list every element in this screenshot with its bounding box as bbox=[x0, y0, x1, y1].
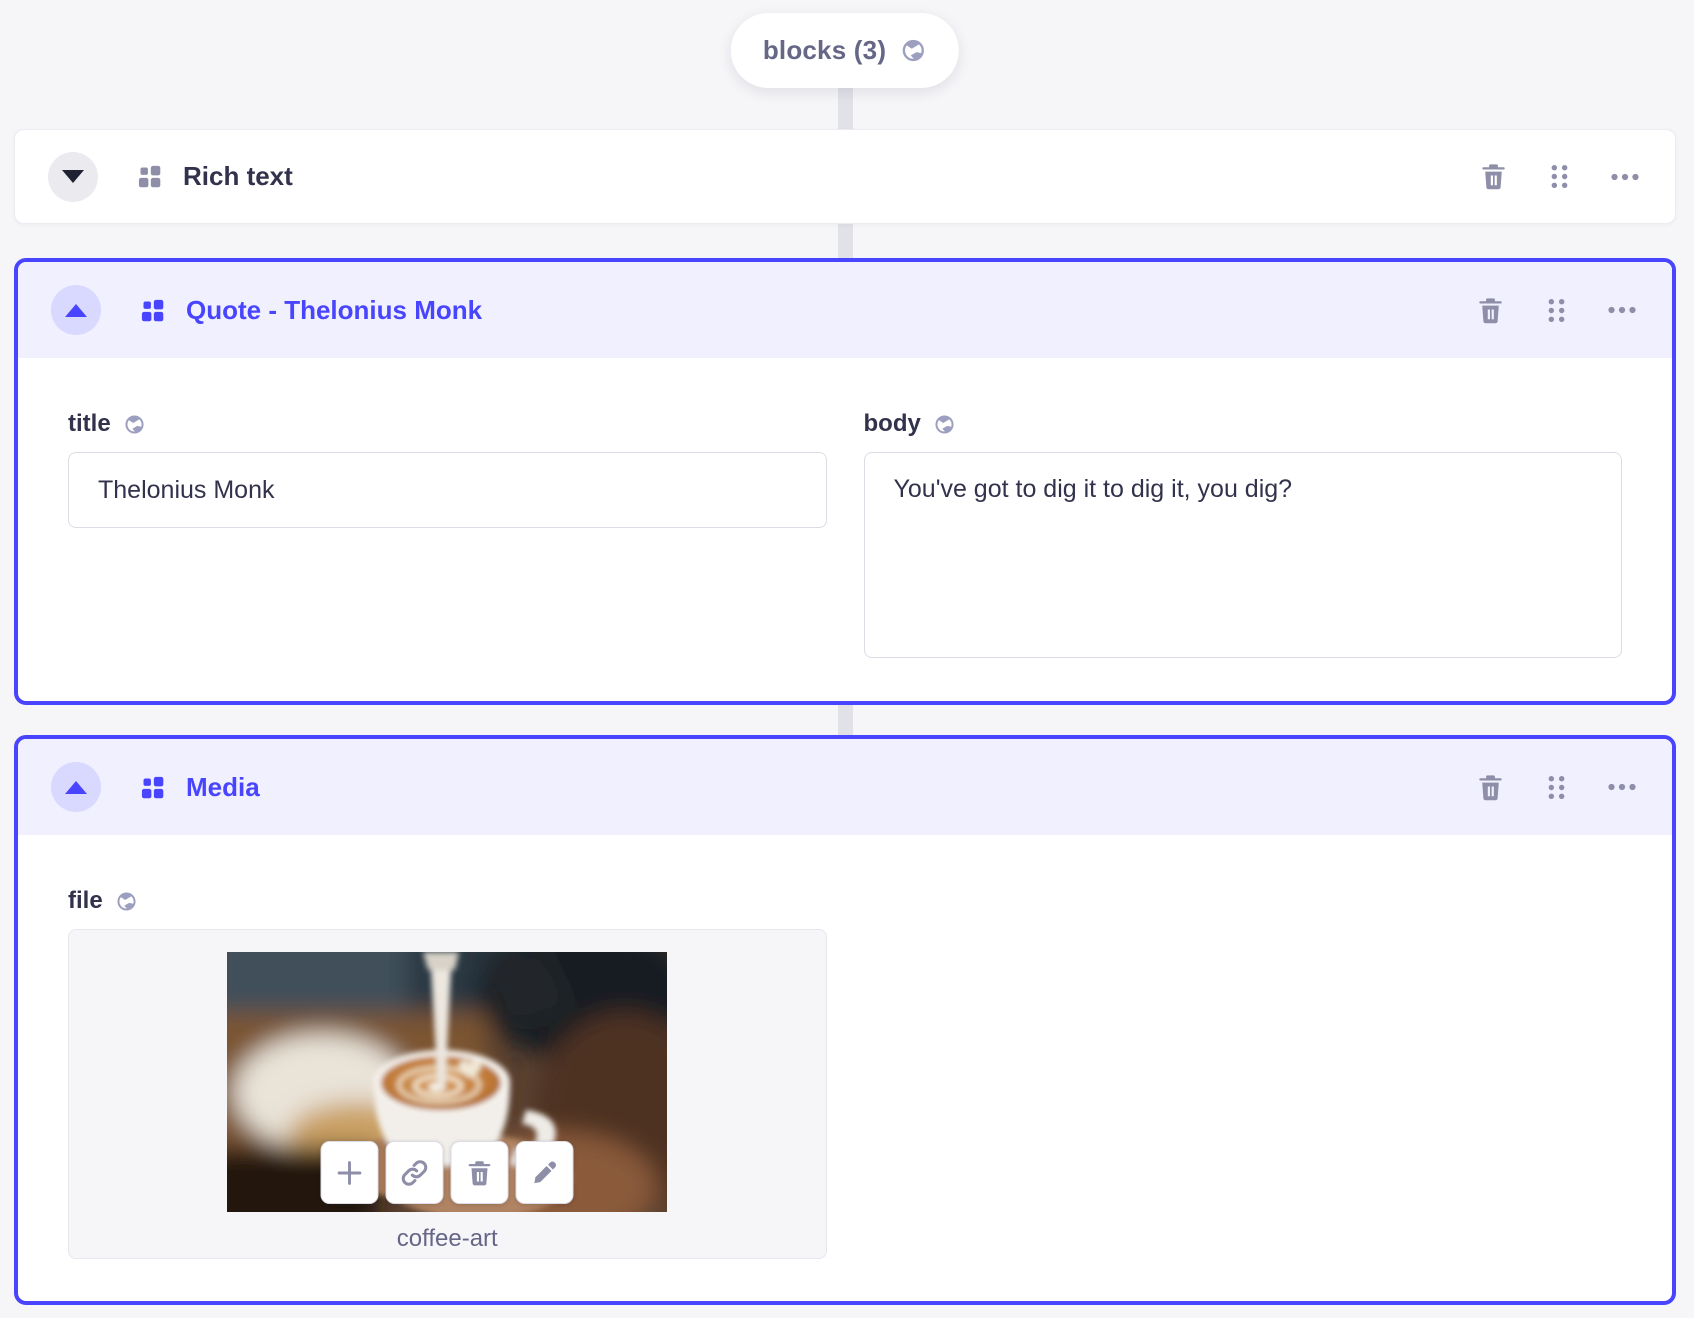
edit-media-button[interactable] bbox=[515, 1141, 574, 1204]
block-content: title body You've got to dig it to dig i… bbox=[18, 358, 1672, 663]
body-field: body You've got to dig it to dig it, you… bbox=[863, 358, 1623, 663]
chevron-down-icon bbox=[62, 170, 84, 183]
body-textarea[interactable]: You've got to dig it to dig it, you dig? bbox=[863, 452, 1622, 658]
drag-handle[interactable] bbox=[1536, 290, 1576, 330]
block-title: Quote - Thelonius Monk bbox=[186, 294, 483, 325]
globe-icon bbox=[115, 890, 138, 913]
trash-icon bbox=[1481, 164, 1505, 190]
drag-handle-icon bbox=[1548, 298, 1564, 322]
field-group-label: blocks (3) bbox=[762, 35, 887, 65]
delete-block-button[interactable] bbox=[1470, 767, 1510, 807]
block-title: Rich text bbox=[183, 161, 293, 191]
media-thumbnail bbox=[227, 952, 668, 1212]
block-media: Media file coffee-art bbox=[14, 735, 1676, 1305]
block-header: Media bbox=[18, 739, 1672, 835]
media-preview-card: coffee-art bbox=[68, 929, 827, 1259]
collapse-button[interactable] bbox=[51, 762, 101, 812]
block-content: file coffee-art bbox=[18, 835, 1672, 1259]
block-rich-text: Rich text bbox=[14, 129, 1676, 224]
title-input[interactable] bbox=[68, 452, 827, 528]
block-title: Media bbox=[186, 771, 260, 802]
more-options-button[interactable] bbox=[1605, 157, 1645, 197]
plus-icon bbox=[337, 1160, 362, 1185]
delete-block-button[interactable] bbox=[1470, 290, 1510, 330]
delete-block-button[interactable] bbox=[1473, 157, 1513, 197]
component-grid-icon bbox=[139, 297, 166, 324]
chevron-up-icon bbox=[65, 780, 87, 794]
field-label: title bbox=[68, 410, 827, 438]
globe-icon bbox=[933, 413, 956, 436]
more-options-icon bbox=[1611, 173, 1639, 180]
trash-icon bbox=[1478, 297, 1502, 323]
component-grid-icon bbox=[136, 163, 163, 190]
field-label-text: file bbox=[68, 887, 103, 914]
globe-icon bbox=[123, 413, 146, 436]
field-label: file bbox=[68, 887, 827, 915]
trash-icon bbox=[468, 1160, 491, 1185]
chevron-up-icon bbox=[65, 303, 87, 317]
add-media-button[interactable] bbox=[320, 1141, 379, 1204]
title-field: title bbox=[68, 358, 827, 528]
link-icon bbox=[401, 1159, 428, 1186]
drag-handle-icon bbox=[1548, 775, 1564, 799]
dynamic-zone-editor: blocks (3) Rich text Quote - Thelonius M… bbox=[0, 0, 1694, 1318]
collapse-button[interactable] bbox=[51, 285, 101, 335]
block-actions bbox=[1470, 290, 1642, 330]
component-grid-icon bbox=[139, 774, 166, 801]
block-quote: Quote - Thelonius Monk title Thelonius M… bbox=[14, 258, 1676, 705]
media-action-bar bbox=[320, 1141, 574, 1204]
more-options-button[interactable] bbox=[1602, 767, 1642, 807]
delete-media-button[interactable] bbox=[450, 1141, 509, 1204]
more-options-icon bbox=[1608, 783, 1636, 791]
field-label-text: body bbox=[863, 410, 921, 437]
media-filename: coffee-art bbox=[396, 1225, 498, 1252]
block-actions bbox=[1473, 157, 1645, 197]
block-actions bbox=[1470, 767, 1642, 807]
expand-button[interactable] bbox=[48, 151, 98, 202]
copy-link-button[interactable] bbox=[385, 1141, 444, 1204]
file-field: file coffee-art bbox=[68, 835, 827, 1259]
block-header: Rich text bbox=[15, 130, 1675, 223]
drag-handle[interactable] bbox=[1536, 767, 1576, 807]
field-group-pill: blocks (3) bbox=[730, 13, 960, 88]
drag-handle-icon bbox=[1551, 165, 1567, 188]
drag-handle[interactable] bbox=[1539, 157, 1579, 197]
block-header: Quote - Thelonius Monk bbox=[18, 262, 1672, 358]
more-options-button[interactable] bbox=[1602, 290, 1642, 330]
field-label: body bbox=[864, 410, 1623, 438]
globe-icon bbox=[900, 37, 927, 64]
field-label-text: title bbox=[68, 410, 111, 437]
trash-icon bbox=[1478, 774, 1502, 800]
more-options-icon bbox=[1608, 306, 1636, 314]
pencil-icon bbox=[534, 1160, 557, 1183]
